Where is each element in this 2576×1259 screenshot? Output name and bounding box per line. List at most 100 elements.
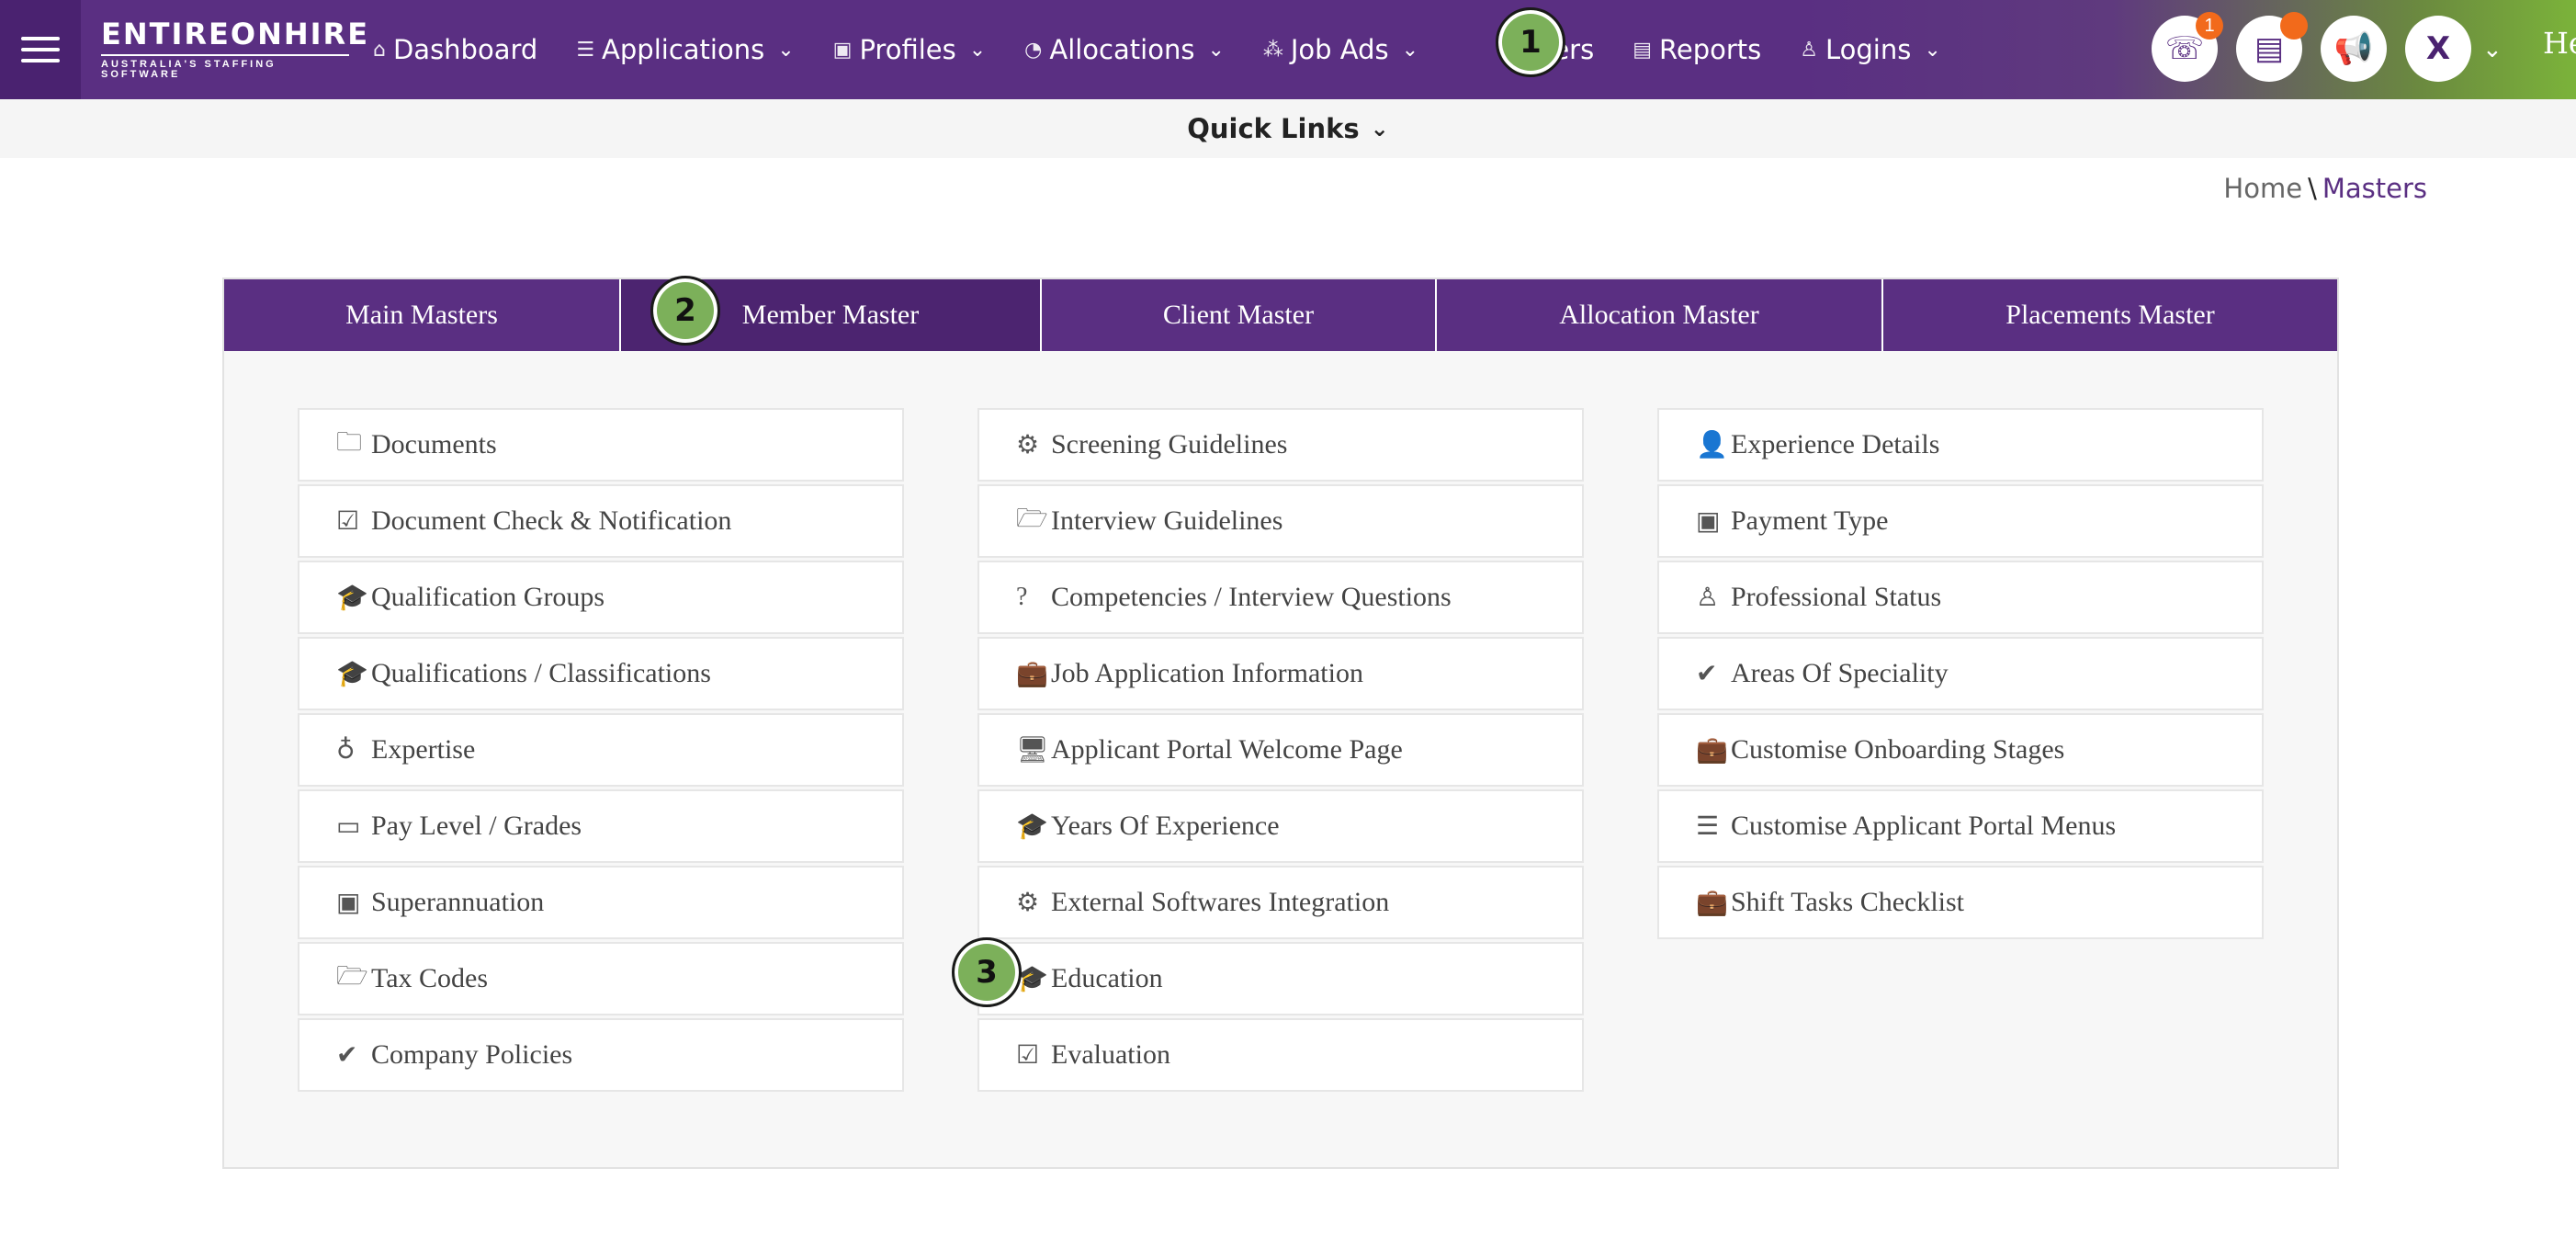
graduation-cap-icon: 🎓 xyxy=(1016,812,1048,841)
graduation-cap-icon: 🎓 xyxy=(336,660,368,688)
master-item-customise-applicant-portal-menus[interactable]: ☰ Customise Applicant Portal Menus xyxy=(1657,789,2264,863)
folder-open-icon: 🗁 xyxy=(336,962,368,991)
briefcase-icon: 💼 xyxy=(1696,889,1728,917)
megaphone-icon: 📢 xyxy=(2333,31,2374,66)
nav-item-allocations[interactable]: ◔ Allocations ⌄ xyxy=(1024,34,1225,65)
master-item-education[interactable]: 🎓 Education xyxy=(977,942,1584,1015)
quick-links-toggle[interactable]: Quick Links ⌄ xyxy=(0,99,2576,158)
user-avatar-button[interactable]: X xyxy=(2405,16,2471,82)
chevron-down-icon: ⌄ xyxy=(1207,38,1225,62)
list-icon: ☰ xyxy=(576,38,595,62)
tab-placements-master[interactable]: Placements Master xyxy=(1883,279,2337,351)
nav-item-applications[interactable]: ☰ Applications ⌄ xyxy=(576,34,794,65)
breadcrumb-separator: \ xyxy=(2308,173,2317,204)
user-initial: X xyxy=(2425,30,2451,67)
master-item-superannuation[interactable]: ▣ Superannuation xyxy=(298,866,904,939)
brand-name: ENTIREONHIRE xyxy=(101,17,370,51)
master-item-expertise[interactable]: ♁ Expertise xyxy=(298,713,904,787)
home-icon: ⌂ xyxy=(373,38,386,62)
announcements-button[interactable]: 📢 xyxy=(2321,16,2387,82)
master-item-screening-guidelines[interactable]: ⚙ Screening Guidelines xyxy=(977,408,1584,482)
folder-icon: 🗀 xyxy=(336,428,363,457)
master-item-years-of-experience[interactable]: 🎓 Years Of Experience xyxy=(977,789,1584,863)
master-item-shift-tasks-checklist[interactable]: 💼 Shift Tasks Checklist xyxy=(1657,866,2264,939)
question-circle-icon: ? xyxy=(1016,583,1028,611)
tab-main-masters[interactable]: Main Masters xyxy=(224,279,621,351)
call-count-badge: 1 xyxy=(2196,12,2223,40)
bars-icon: ☰ xyxy=(1696,812,1720,841)
nav-item-dashboard[interactable]: ⌂ Dashboard xyxy=(373,34,537,65)
master-column-2: ⚙ Screening Guidelines 🗁 Interview Guidelin… xyxy=(977,408,1584,1095)
checkbox-icon: ☑ xyxy=(336,507,360,536)
money-icon: ▣ xyxy=(336,889,361,917)
master-item-columns: 🗀 Documents ☑ Document Check & Notification… xyxy=(298,408,2264,1095)
master-item-qualification-groups[interactable]: 🎓 Qualification Groups xyxy=(298,561,904,634)
notification-dot-badge xyxy=(2280,12,2308,40)
checkbox-icon: ☑ xyxy=(1016,1041,1040,1070)
document-icon: ▤ xyxy=(2254,31,2285,66)
master-item-competencies-interview-questions[interactable]: ? Competencies / Interview Questions xyxy=(977,561,1584,634)
master-item-label: Tax Codes xyxy=(371,963,489,993)
master-item-label: Pay Level / Grades xyxy=(371,811,582,841)
chevron-down-icon: ⌄ xyxy=(1924,38,1941,62)
master-item-documents[interactable]: 🗀 Documents xyxy=(298,408,904,482)
master-item-label: Customise Onboarding Stages xyxy=(1731,734,2065,765)
gear-icon: ⚙ xyxy=(1016,889,1040,917)
master-item-qualifications-classifications[interactable]: 🎓 Qualifications / Classifications xyxy=(298,637,904,710)
nav-item-label: Profiles xyxy=(859,34,956,65)
nav-item-label: Allocations xyxy=(1049,34,1195,65)
phone-list-icon: ☏ xyxy=(2164,31,2205,66)
nav-item-profiles[interactable]: ▣ Profiles ⌄ xyxy=(833,34,987,65)
master-item-label: Screening Guidelines xyxy=(1051,429,1288,459)
master-item-interview-guidelines[interactable]: 🗁 Interview Guidelines xyxy=(977,484,1584,558)
brand-logo[interactable]: ENTIREONHIRE AUSTRALIA'S STAFFING SOFTWA… xyxy=(101,17,370,80)
master-column-3: 👤 Experience Details ▣ Payment Type ♙ Profess… xyxy=(1657,408,2264,1095)
master-item-pay-level-grades[interactable]: ▭ Pay Level / Grades xyxy=(298,789,904,863)
tab-allocation-master[interactable]: Allocation Master xyxy=(1437,279,1883,351)
chevron-down-icon: ⌄ xyxy=(1401,38,1419,62)
master-item-label: Education xyxy=(1051,963,1163,993)
user-menu-chevron-icon[interactable]: ⌄ xyxy=(2482,35,2503,63)
nav-item-job-ads[interactable]: ⁂ Job Ads ⌄ xyxy=(1263,34,1418,65)
lightbulb-icon: ♁ xyxy=(336,736,356,765)
master-item-label: Qualifications / Classifications xyxy=(371,658,711,688)
top-navbar: ENTIREONHIRE AUSTRALIA'S STAFFING SOFTWA… xyxy=(0,0,2576,99)
pie-icon: ◔ xyxy=(1024,38,1043,62)
master-item-label: Payment Type xyxy=(1731,505,1889,536)
master-item-evaluation[interactable]: ☑ Evaluation xyxy=(977,1018,1584,1092)
profile-icon: ▣ xyxy=(832,38,853,62)
nav-item-reports[interactable]: ▤ Reports xyxy=(1633,34,1761,65)
master-item-experience-details[interactable]: 👤 Experience Details xyxy=(1657,408,2264,482)
master-item-label: Customise Applicant Portal Menus xyxy=(1731,811,2117,841)
master-item-customise-onboarding-stages[interactable]: 💼 Customise Onboarding Stages xyxy=(1657,713,2264,787)
check-circle-icon: ✔ xyxy=(336,1041,358,1070)
call-list-button[interactable]: ☏ 1 xyxy=(2152,12,2223,82)
master-item-areas-of-speciality[interactable]: ✔ Areas Of Speciality xyxy=(1657,637,2264,710)
master-item-job-application-information[interactable]: 💼 Job Application Information xyxy=(977,637,1584,710)
master-item-company-policies[interactable]: ✔ Company Policies xyxy=(298,1018,904,1092)
master-item-label: External Softwares Integration xyxy=(1051,887,1390,917)
master-item-applicant-portal-welcome-page[interactable]: 🖥 Applicant Portal Welcome Page xyxy=(977,713,1584,787)
graduation-cap-icon: 🎓 xyxy=(336,584,368,612)
network-icon: ⁂ xyxy=(1262,38,1283,62)
master-item-external-softwares-integration[interactable]: ⚙ External Softwares Integration xyxy=(977,866,1584,939)
masters-tabs: Main Masters Member Master Client Master… xyxy=(224,279,2337,351)
master-item-label: Job Application Information xyxy=(1051,658,1363,688)
master-item-label: Evaluation xyxy=(1051,1039,1170,1070)
breadcrumb: Home \ Masters xyxy=(2223,173,2427,204)
breadcrumb-current: Masters xyxy=(2322,173,2427,204)
master-item-document-check-notification[interactable]: ☑ Document Check & Notification xyxy=(298,484,904,558)
master-item-label: Interview Guidelines xyxy=(1051,505,1283,536)
breadcrumb-home-link[interactable]: Home xyxy=(2223,173,2302,204)
master-item-tax-codes[interactable]: 🗁 Tax Codes xyxy=(298,942,904,1015)
hamburger-menu-icon[interactable] xyxy=(0,0,81,99)
master-item-label: Applicant Portal Welcome Page xyxy=(1051,734,1403,765)
master-item-professional-status[interactable]: ♙ Professional Status xyxy=(1657,561,2264,634)
user-outline-icon: ♙ xyxy=(1696,584,1720,612)
documents-button[interactable]: ▤ xyxy=(2236,12,2308,82)
tab-client-master[interactable]: Client Master xyxy=(1042,279,1437,351)
master-item-payment-type[interactable]: ▣ Payment Type xyxy=(1657,484,2264,558)
nav-item-logins[interactable]: ♙ Logins ⌄ xyxy=(1800,34,1941,65)
money-icon: ▣ xyxy=(1696,507,1721,536)
step-marker-3: 3 xyxy=(952,937,1022,1007)
